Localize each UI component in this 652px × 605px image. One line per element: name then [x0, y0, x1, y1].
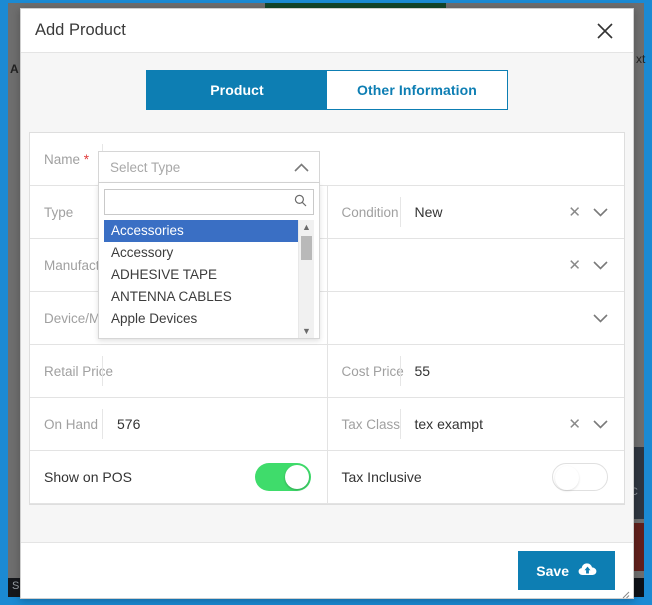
label-tax-inclusive: Tax Inclusive [341, 469, 422, 485]
backdrop-black-letter: S [12, 580, 20, 592]
toggle-knob [284, 465, 309, 489]
cloud-upload-icon [578, 562, 597, 579]
scroll-up-icon[interactable]: ▲ [299, 220, 314, 234]
divider [399, 197, 401, 227]
type-select-placeholder: Select Type [110, 159, 181, 175]
field-label-retail-price: Retail Price [44, 363, 114, 379]
chevron-down-icon[interactable] [593, 207, 608, 217]
backdrop-left-text: A [10, 62, 19, 76]
condition-controls: ✕ [568, 205, 624, 220]
list-item[interactable]: Apple Devices [104, 308, 298, 330]
on-hand-input[interactable]: 576 [117, 416, 327, 432]
product-form: Name * Phone Light Type Condition New [29, 132, 625, 505]
field-label-tax-class: Tax Class [341, 416, 401, 432]
divider [399, 409, 401, 439]
field-tax-class[interactable]: Tax Class tex exampt ✕ [328, 398, 625, 450]
tax-class-controls: ✕ [568, 417, 624, 432]
field-on-hand[interactable]: On Hand 576 [30, 398, 328, 450]
chevron-down-icon[interactable] [593, 260, 608, 270]
list-item[interactable]: Accessory [104, 242, 298, 264]
manufacturer-controls: ✕ [568, 258, 624, 273]
type-select-panel: Accessories Accessory ADHESIVE TAPE ANTE… [98, 183, 320, 339]
list-item[interactable]: Accessories [104, 220, 298, 242]
field-condition[interactable]: Condition New ✕ [328, 186, 625, 238]
condition-value[interactable]: New [415, 204, 569, 220]
modal-body: Product Other Information Name * Phone L… [21, 53, 633, 542]
type-options: Accessories Accessory ADHESIVE TAPE ANTE… [104, 220, 298, 338]
chevron-down-icon[interactable] [593, 419, 608, 429]
divider [399, 356, 401, 386]
backdrop-right-text: xt [636, 52, 646, 66]
form-row-toggles: Show on POS Tax Inclusive [30, 451, 624, 504]
modal-footer: Save [21, 542, 633, 599]
add-product-modal: Add Product Product Other Information Na… [20, 8, 634, 599]
cost-price-input[interactable]: 55 [415, 363, 625, 379]
toggle-knob [555, 466, 579, 490]
modal-header: Add Product [21, 9, 633, 53]
clear-icon[interactable]: ✕ [568, 258, 581, 273]
tab-product[interactable]: Product [147, 71, 327, 109]
dropdown-scrollbar[interactable]: ▲ ▼ [298, 220, 314, 338]
list-item[interactable]: ADHESIVE TAPE [104, 264, 298, 286]
divider [102, 356, 103, 386]
chevron-up-icon[interactable] [294, 160, 309, 175]
list-item[interactable]: ANTENNA CABLES [104, 286, 298, 308]
type-option-list: Accessories Accessory ADHESIVE TAPE ANTE… [104, 220, 314, 338]
field-label-condition: Condition [341, 204, 399, 220]
label-show-on-pos: Show on POS [44, 469, 132, 485]
tab-other-information[interactable]: Other Information [327, 71, 507, 109]
field-cost-price[interactable]: Cost Price 55 [328, 345, 625, 397]
clear-icon[interactable]: ✕ [568, 205, 581, 220]
required-asterisk: * [83, 151, 90, 167]
field-label-manufacturer: Manufacturer [44, 257, 124, 273]
type-select-toggle[interactable]: Select Type [98, 151, 320, 183]
field-label-name: Name * [30, 152, 102, 167]
field-label-cost-price: Cost Price [341, 363, 404, 379]
type-search-input[interactable] [104, 189, 314, 215]
page-title: Add Product [35, 21, 126, 39]
save-button[interactable]: Save [518, 551, 615, 590]
toggle-show-on-pos[interactable] [254, 463, 311, 491]
field-label-device-model: Device/Model [44, 310, 126, 326]
clear-icon[interactable]: ✕ [568, 417, 581, 432]
scroll-down-icon[interactable]: ▼ [299, 324, 314, 338]
field-show-on-pos: Show on POS [30, 451, 328, 503]
divider [102, 409, 103, 439]
search-icon [294, 194, 307, 210]
field-label-type: Type [44, 204, 74, 220]
field-manufacturer-value[interactable]: ✕ [328, 239, 625, 291]
scrollbar-thumb[interactable] [301, 236, 312, 260]
field-label-on-hand: On Hand [44, 416, 99, 432]
form-row-prices: Retail Price Cost Price 55 [30, 345, 624, 398]
device-model-controls [593, 313, 624, 323]
field-tax-inclusive: Tax Inclusive [328, 451, 625, 503]
form-row-onhand-taxclass: On Hand 576 Tax Class tex exampt ✕ [30, 398, 624, 451]
tax-class-value[interactable]: tex exampt [415, 416, 569, 432]
close-icon[interactable] [593, 19, 617, 43]
field-label-name-text: Name [44, 151, 81, 167]
resize-grip[interactable] [620, 586, 630, 599]
field-device-model-value[interactable] [328, 292, 625, 344]
toggle-tax-inclusive[interactable] [552, 463, 608, 491]
type-select-dropdown: Select Type Accessories Accessory ADHESI… [98, 151, 320, 339]
field-retail-price[interactable]: Retail Price [30, 345, 328, 397]
tab-bar: Product Other Information [21, 53, 633, 110]
save-button-label: Save [536, 562, 569, 579]
chevron-down-icon[interactable] [593, 313, 608, 323]
